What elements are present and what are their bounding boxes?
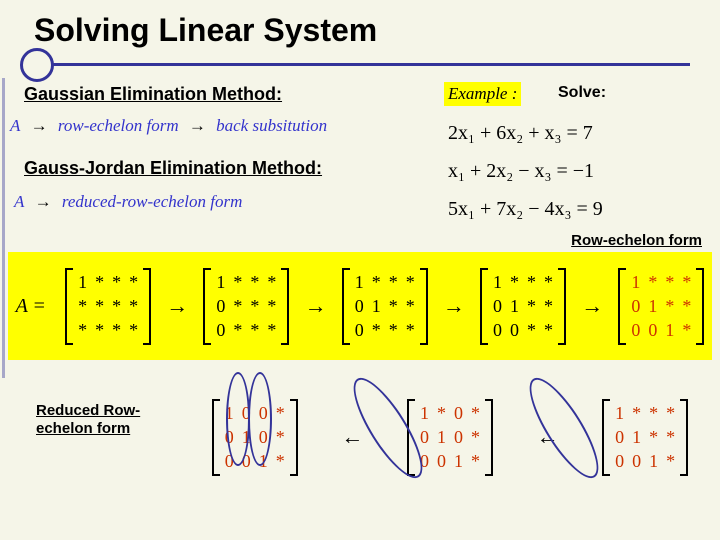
matrix-5: 1***01**001*	[618, 268, 704, 345]
flow2-step1: reduced-row-echelon form	[62, 192, 243, 211]
bullet-icon	[20, 48, 54, 82]
reduced-sequence: 100*010*001* ← 1*0*010*001* ← 1***01**00…	[190, 372, 710, 502]
gauss-jordan-flow: A → reduced-row-echelon form	[14, 192, 242, 212]
solve-label: Solve:	[558, 84, 606, 102]
arrow-icon: →	[166, 293, 188, 319]
row-echelon-sequence: A = 1*********** → 1***0***0*** → 1***01…	[8, 252, 712, 360]
gaussian-flow: A → row-echelon form → back subsitution	[10, 116, 327, 136]
equation-system: 2x₁ + 6x₂ + x₃ = 7 x₁ + 2x₂ − x₃ = −1 5x…	[448, 114, 603, 228]
gaussian-header: Gaussian Elimination Method:	[24, 84, 282, 105]
matrix-A-prefix: A =	[16, 295, 46, 318]
left-border	[2, 78, 5, 378]
arrow-icon: →	[305, 293, 327, 319]
gauss-jordan-header: Gauss-Jordan Elimination Method:	[24, 158, 322, 179]
equation-2: x₁ + 2x₂ − x₃ = −1	[448, 152, 603, 190]
example-tag: Example :	[444, 82, 521, 106]
equation-3: 5x₁ + 7x₂ − 4x₃ = 9	[448, 190, 603, 228]
arrow-icon: →	[189, 116, 206, 135]
arrow-left-icon: ←	[341, 424, 363, 450]
arrow-left-icon: ←	[537, 424, 559, 450]
matrix-2: 1***0***0***	[203, 268, 289, 345]
matrix-3: 1***01**0***	[342, 268, 428, 345]
matrix-reduced-1: 100*010*001*	[212, 399, 298, 476]
arrow-icon: →	[581, 293, 603, 319]
equation-1: 2x₁ + 6x₂ + x₃ = 7	[448, 114, 603, 152]
reduced-row-echelon-label: Reduced Row-echelon form	[36, 402, 156, 438]
flow1-step1: row-echelon form	[58, 116, 179, 135]
matrix-1: 1***********	[65, 268, 151, 345]
matrix-reduced-3: 1***01**001*	[602, 399, 688, 476]
title-underline	[50, 63, 690, 66]
arrow-icon: →	[35, 192, 52, 211]
flow2-A: A	[14, 192, 24, 211]
flow1-step2: back subsitution	[216, 116, 327, 135]
page-title: Solving Linear System	[0, 0, 720, 49]
arrow-icon: →	[31, 116, 48, 135]
row-echelon-label: Row-echelon form	[571, 232, 702, 249]
arrow-icon: →	[443, 293, 465, 319]
flow1-A: A	[10, 116, 20, 135]
matrix-reduced-2: 1*0*010*001*	[407, 399, 493, 476]
matrix-4: 1***01**00**	[480, 268, 566, 345]
